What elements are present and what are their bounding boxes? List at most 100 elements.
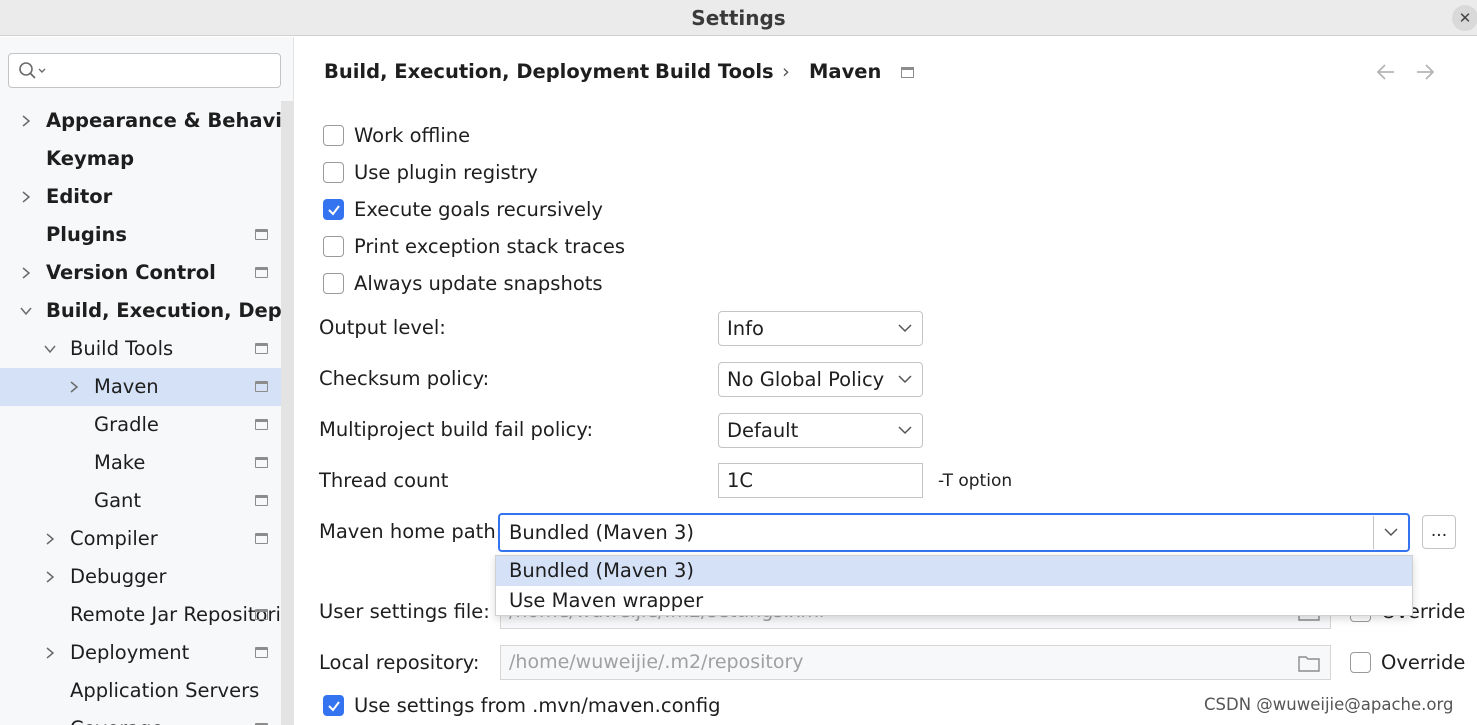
sidebar-item[interactable]: Appearance & Behavior	[0, 102, 281, 140]
sidebar-item[interactable]: Remote Jar Repositories	[0, 596, 281, 634]
output-level-select[interactable]: Info	[718, 311, 923, 346]
search-icon	[19, 62, 46, 79]
use-mvn-config-checkbox[interactable]	[323, 695, 344, 716]
sidebar-item[interactable]: Build, Execution, Deployment	[0, 292, 281, 330]
sidebar-item[interactable]: Coverage	[0, 710, 281, 725]
dropdown-option-bundled[interactable]: Bundled (Maven 3)	[496, 556, 1412, 586]
browse-maven-home-button[interactable]: ...	[1422, 515, 1456, 549]
sidebar-item[interactable]: Build Tools	[0, 330, 281, 368]
override-checkbox[interactable]	[1350, 652, 1371, 673]
thread-count-label: Thread count	[319, 469, 449, 492]
thread-count-hint: -T option	[938, 471, 1013, 491]
option-checkbox-label: Print exception stack traces	[354, 235, 626, 258]
chevron-right-icon[interactable]	[44, 571, 56, 583]
sidebar-item-label: Coverage	[70, 710, 163, 725]
option-checkbox-label: Always update snapshots	[354, 272, 603, 295]
breadcrumb-item: Build Tools	[655, 60, 774, 83]
option-checkbox-label: Use plugin registry	[354, 161, 538, 184]
sidebar-item[interactable]: Keymap	[0, 140, 281, 178]
chevron-down-icon	[898, 426, 912, 435]
local-repository-input[interactable]: /home/wuweijie/.m2/repository	[500, 645, 1331, 680]
sidebar-item[interactable]: Plugins	[0, 216, 281, 254]
option-checkbox[interactable]	[323, 125, 344, 146]
sidebar-item-label: Deployment	[70, 641, 190, 664]
option-checkbox-label: Work offline	[354, 124, 471, 147]
override-label: Override	[1381, 651, 1466, 674]
project-settings-icon	[255, 343, 268, 354]
chevron-right-icon[interactable]	[20, 191, 32, 203]
sidebar-item[interactable]: Debugger	[0, 558, 281, 596]
maven-home-combo[interactable]: Bundled (Maven 3)	[498, 513, 1410, 552]
breadcrumb-item: Build, Execution, Deployment	[324, 60, 650, 83]
local-repository-value: /home/wuweijie/.m2/repository	[509, 651, 804, 673]
sidebar-item-label: Make	[94, 451, 146, 474]
chevron-right-icon[interactable]	[68, 381, 80, 393]
chevron-right-icon[interactable]	[20, 267, 32, 279]
breadcrumb-item: Maven	[809, 60, 882, 83]
dropdown-option-wrapper[interactable]: Use Maven wrapper	[496, 586, 1412, 616]
option-checkbox[interactable]	[323, 236, 344, 257]
sidebar-item[interactable]: Deployment	[0, 634, 281, 672]
sidebar-item-label: Debugger	[70, 565, 167, 588]
chevron-down-icon[interactable]	[20, 305, 32, 317]
fail-policy-select[interactable]: Default	[718, 413, 923, 448]
project-settings-icon	[255, 381, 268, 392]
sidebar-item[interactable]: Application Servers	[0, 672, 281, 710]
project-settings-icon	[255, 229, 268, 240]
sidebar-item-label: Keymap	[46, 147, 135, 170]
sidebar-item-label: Compiler	[70, 527, 158, 550]
chevron-right-icon[interactable]	[20, 115, 32, 127]
search-input[interactable]	[8, 53, 281, 88]
sidebar-item-label: Maven	[94, 375, 159, 398]
sidebar-item-label: Plugins	[46, 223, 127, 246]
sidebar-item-label: Gradle	[94, 413, 159, 436]
sidebar-item-label: Application Servers	[70, 679, 260, 702]
option-checkbox[interactable]	[323, 199, 344, 220]
project-settings-icon	[255, 457, 268, 468]
local-repository-label: Local repository:	[319, 651, 480, 674]
fail-policy-label: Multiproject build fail policy:	[319, 418, 594, 441]
sidebar-item[interactable]: Maven	[0, 368, 293, 406]
sidebar-item-label: Appearance & Behavior	[46, 109, 281, 132]
sidebar-item[interactable]: Gradle	[0, 406, 281, 444]
close-icon[interactable]: ✕	[1452, 5, 1477, 31]
settings-sidebar: Appearance & Behavior Keymap Editor Plugins…	[0, 37, 294, 725]
arrow-right-icon[interactable]	[1414, 61, 1436, 83]
chevron-right-icon[interactable]	[44, 647, 56, 659]
sidebar-item[interactable]: Editor	[0, 178, 281, 216]
thread-count-value: 1C	[727, 469, 754, 492]
sidebar-item[interactable]: Version Control	[0, 254, 281, 292]
folder-icon[interactable]	[1298, 654, 1320, 672]
checksum-policy-select[interactable]: No Global Policy	[718, 362, 923, 397]
sidebar-item-label: Build, Execution, Deployment	[46, 299, 281, 322]
project-settings-icon	[255, 609, 268, 620]
sidebar-item-label: Build Tools	[70, 337, 174, 360]
sidebar-item-label: Editor	[46, 185, 113, 208]
project-settings-icon	[255, 267, 268, 278]
chevron-right-icon[interactable]	[44, 533, 56, 545]
arrow-left-icon[interactable]	[1375, 61, 1397, 83]
project-settings-icon	[255, 647, 268, 658]
sidebar-item[interactable]: Make	[0, 444, 281, 482]
chevron-down-icon[interactable]	[44, 343, 56, 355]
maven-home-label: Maven home path:	[319, 520, 503, 543]
chevron-down-icon[interactable]	[1384, 527, 1398, 537]
sidebar-scrollbar[interactable]	[281, 101, 293, 725]
output-level-label: Output level:	[319, 316, 446, 339]
option-checkbox[interactable]	[323, 162, 344, 183]
sidebar-item-label: Gant	[94, 489, 142, 512]
option-checkbox[interactable]	[323, 273, 344, 294]
chevron-down-icon	[898, 324, 912, 333]
maven-home-value: Bundled (Maven 3)	[509, 521, 694, 544]
user-settings-label: User settings file:	[319, 600, 490, 623]
use-mvn-config-label: Use settings from .mvn/maven.config	[354, 694, 721, 717]
output-level-value: Info	[727, 317, 764, 340]
thread-count-input[interactable]: 1C	[718, 463, 923, 498]
checksum-policy-label: Checksum policy:	[319, 367, 490, 390]
sidebar-item[interactable]: Compiler	[0, 520, 281, 558]
sidebar-item[interactable]: Gant	[0, 482, 281, 520]
fail-policy-value: Default	[727, 419, 799, 442]
checksum-policy-value: No Global Policy	[727, 368, 885, 391]
sidebar-item-label: Version Control	[46, 261, 216, 284]
checkmark-icon	[328, 205, 340, 216]
